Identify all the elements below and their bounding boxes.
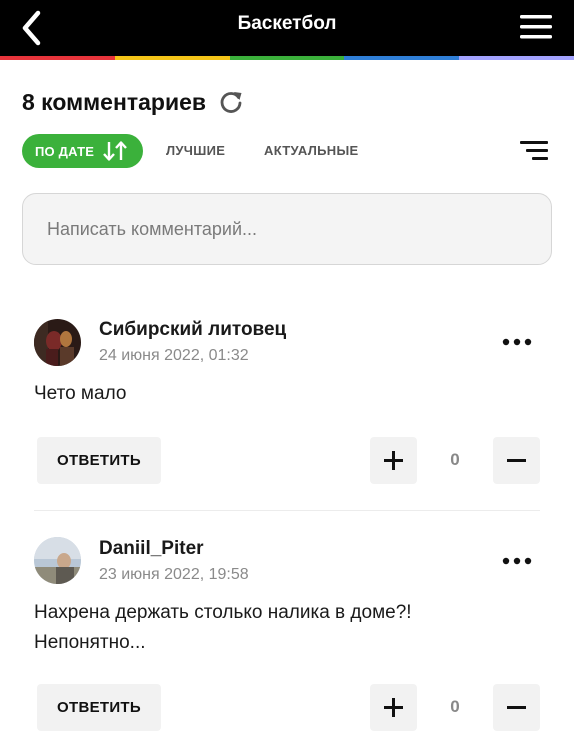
comments-count-title: 8 комментариев (22, 88, 207, 115)
vote-count: 0 (450, 450, 460, 469)
reply-button[interactable]: ОТВЕТИТЬ (37, 437, 161, 484)
comment-author[interactable]: Сибирский литовец (99, 319, 286, 341)
stripe-segment (0, 56, 115, 60)
avatar-image (34, 319, 81, 366)
stripe-segment (114, 56, 230, 60)
tab-actual[interactable]: АКТУАЛЬНЫЕ (264, 134, 359, 168)
upvote-button[interactable] (370, 437, 417, 484)
menu-button[interactable] (516, 10, 556, 44)
sort-bar: ПО ДАТЕ ЛУЧШИЕ АКТУАЛЬНЫЕ (22, 134, 552, 168)
minus-icon (507, 459, 526, 462)
downvote-button[interactable] (493, 437, 540, 484)
avatar-image (34, 537, 81, 584)
comment-divider (34, 510, 540, 511)
more-options-icon[interactable] (500, 334, 534, 350)
sort-arrows-icon (103, 141, 127, 161)
comment-author[interactable]: Daniil_Piter (99, 538, 204, 560)
comment-date: 24 июня 2022, 01:32 (99, 347, 249, 364)
comment-input[interactable] (22, 193, 552, 265)
upvote-button[interactable] (370, 684, 417, 731)
downvote-button[interactable] (493, 684, 540, 731)
comment-text: Нахрена держать столько налика в доме?! … (34, 602, 412, 653)
back-button[interactable] (14, 8, 54, 48)
stripe-segment (459, 56, 574, 60)
sort-by-date-label: ПО ДАТЕ (35, 143, 95, 159)
reply-button[interactable]: ОТВЕТИТЬ (37, 684, 161, 731)
vote-count: 0 (450, 697, 460, 716)
top-bar: Баскетбол (0, 0, 574, 56)
stripe-segment (344, 56, 460, 60)
tab-best[interactable]: ЛУЧШИЕ (166, 134, 225, 168)
avatar[interactable] (34, 319, 81, 366)
comments-header: 8 комментариев (22, 86, 244, 118)
refresh-icon[interactable] (218, 89, 244, 115)
hamburger-menu-icon (520, 15, 552, 39)
comment-date: 23 июня 2022, 19:58 (99, 566, 249, 583)
comment-text: Чето мало (34, 383, 127, 404)
avatar[interactable] (34, 537, 81, 584)
more-options-icon[interactable] (500, 553, 534, 569)
plus-icon (384, 698, 403, 717)
color-stripe (0, 56, 574, 60)
minus-icon (507, 706, 526, 709)
chevron-left-icon (22, 10, 41, 46)
page-title: Баскетбол (237, 13, 337, 34)
filter-lines-icon[interactable] (519, 139, 549, 163)
plus-icon (384, 451, 403, 470)
stripe-segment (229, 56, 345, 60)
sort-by-date-button[interactable]: ПО ДАТЕ (22, 134, 143, 168)
